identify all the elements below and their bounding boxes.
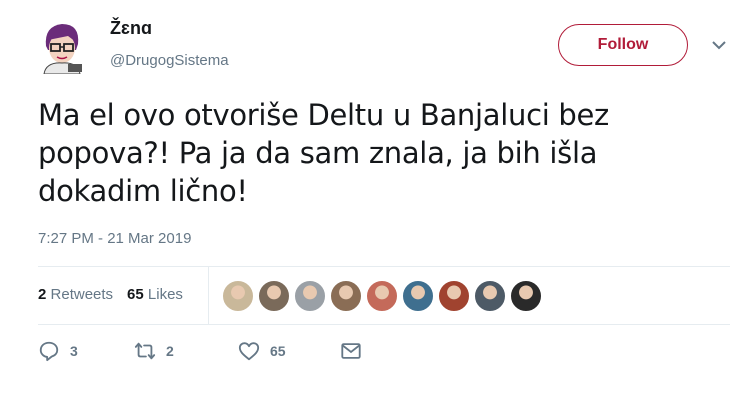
reply-icon (39, 341, 59, 362)
liker-avatar[interactable] (510, 280, 542, 312)
chevron-down-icon[interactable] (710, 38, 728, 50)
liker-avatars (222, 280, 546, 312)
likes-label: Likes (147, 286, 183, 303)
liker-avatar[interactable] (366, 280, 398, 312)
tweet-text: Ma el ovo otvoriše Deltu u Banjaluci bez… (38, 96, 698, 210)
liker-avatar[interactable] (294, 280, 326, 312)
liker-avatar[interactable] (474, 280, 506, 312)
like-count: 65 (270, 343, 286, 359)
divider (38, 266, 730, 267)
liker-avatar[interactable] (330, 280, 362, 312)
reply-count: 3 (70, 343, 78, 359)
likes-stat[interactable]: 65 Likes (127, 286, 183, 303)
tweet-line: dokadim lično! (38, 174, 248, 208)
like-button[interactable]: 65 (238, 340, 340, 362)
likes-count: 65 (127, 286, 144, 303)
user-handle[interactable]: @DrugogSistema (110, 52, 229, 69)
tweet-timestamp[interactable]: 7:27 PM - 21 Mar 2019 (38, 230, 191, 247)
direct-message-button[interactable] (340, 340, 362, 362)
display-name[interactable]: Žɛnɑ (110, 18, 152, 39)
retweets-count: 2 (38, 286, 47, 303)
retweets-stat[interactable]: 2 Retweets (38, 286, 113, 303)
divider (38, 324, 730, 325)
liker-avatar[interactable] (222, 280, 254, 312)
liker-avatar[interactable] (402, 280, 434, 312)
follow-button[interactable]: Follow (558, 24, 688, 66)
liker-avatar[interactable] (438, 280, 470, 312)
user-avatar[interactable] (38, 20, 86, 75)
liker-avatar[interactable] (258, 280, 290, 312)
tweet-stats: 2 Retweets 65 Likes (38, 286, 183, 303)
tweet-line: popova?! Pa ja da sam znala, ja bih išla (38, 136, 598, 170)
retweets-label: Retweets (50, 286, 114, 303)
tweet-actions: 3 2 65 (38, 340, 362, 362)
retweet-count: 2 (166, 343, 174, 359)
envelope-icon (341, 343, 361, 359)
tweet-line: Ma el ovo otvoriše Deltu u Banjaluci bez (38, 98, 609, 132)
stats-divider (208, 266, 209, 324)
retweet-button[interactable]: 2 (134, 340, 238, 362)
reply-button[interactable]: 3 (38, 340, 134, 362)
heart-icon (238, 342, 260, 361)
retweet-icon (134, 342, 156, 360)
